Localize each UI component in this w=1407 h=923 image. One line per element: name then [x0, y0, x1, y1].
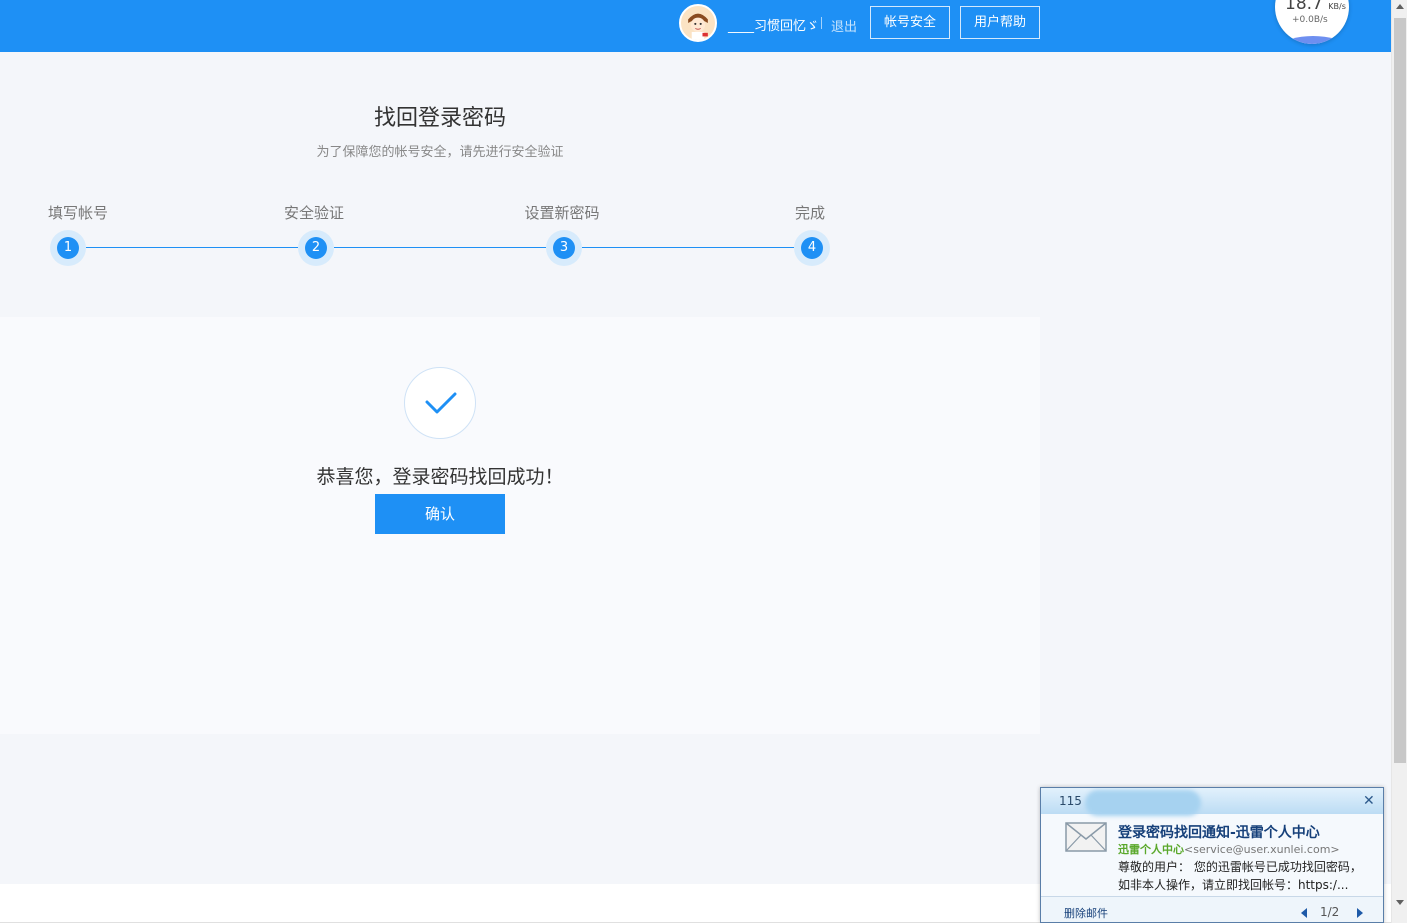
step-label-4: 完成 — [794, 204, 826, 222]
logout-link[interactable]: 退出 — [831, 16, 857, 35]
envelope-icon — [1065, 822, 1107, 852]
success-check-icon — [404, 367, 476, 439]
step-number-3: 3 — [553, 237, 575, 259]
redacted-account-mask — [1085, 790, 1201, 816]
step-indicator-2: 2 — [298, 230, 334, 266]
notification-footer: 删除邮件 1/2 — [1041, 896, 1383, 922]
username[interactable]: ____习惯回忆ゞ — [728, 15, 819, 34]
notification-page-indicator: 1/2 — [1320, 905, 1340, 919]
step-number-2: 2 — [305, 237, 327, 259]
close-icon[interactable]: ✕ — [1363, 793, 1375, 809]
download-speed: 18.7 KB/s — [1285, 0, 1346, 14]
step-number-4: 4 — [801, 237, 823, 259]
delete-mail-link[interactable]: 删除邮件 — [1064, 905, 1108, 921]
user-help-button[interactable]: 用户帮助 — [960, 6, 1040, 39]
page-subtitle: 为了保障您的帐号安全，请先进行安全验证 — [316, 145, 564, 160]
download-speed-unit: KB/s — [1328, 2, 1346, 11]
step-indicator-3: 3 — [546, 230, 582, 266]
next-icon[interactable] — [1357, 908, 1363, 918]
notification-body[interactable]: 尊敬的用户： 您的迅雷帐号已成功找回密码， 如非本人操作，请立即找回帐号：htt… — [1118, 858, 1378, 894]
header-divider — [821, 17, 822, 29]
confirm-button[interactable]: 确认 — [375, 494, 505, 534]
notification-sender: 迅雷个人中心<service@user.xunlei.com> — [1118, 841, 1340, 857]
notification-subject[interactable]: 登录密码找回通知-迅雷个人中心 — [1118, 822, 1320, 842]
scroll-thumb[interactable] — [1394, 18, 1406, 763]
step-connector — [334, 247, 546, 248]
step-indicator-1: 1 — [50, 230, 86, 266]
step-label-3: 设置新密码 — [524, 204, 600, 222]
upload-speed: +0.0B/s — [1292, 15, 1328, 25]
step-label-2: 安全验证 — [283, 204, 345, 222]
notification-body-line: 如非本人操作，请立即找回帐号：https:/... — [1118, 878, 1349, 892]
step-number-1: 1 — [57, 237, 79, 259]
check-icon — [425, 392, 457, 414]
download-speed-value: 18.7 — [1285, 0, 1323, 14]
step-connector — [582, 247, 794, 248]
notification-account: 115 — [1059, 794, 1082, 808]
success-message: 恭喜您，登录密码找回成功！ — [316, 466, 564, 488]
mail-notification-popup[interactable]: 115 ✕ 登录密码找回通知-迅雷个人中心 迅雷个人中心<service@use… — [1040, 787, 1384, 923]
page-title: 找回登录密码 — [373, 106, 506, 131]
step-connector — [86, 247, 298, 248]
prev-icon[interactable] — [1301, 908, 1307, 918]
notification-header: 115 ✕ — [1041, 788, 1383, 816]
top-header: ____习惯回忆ゞ 退出 帐号安全 用户帮助 — [0, 0, 1391, 52]
vertical-scrollbar[interactable] — [1391, 0, 1407, 923]
step-indicator-4: 4 — [794, 230, 830, 266]
result-panel — [0, 317, 1040, 734]
account-security-button[interactable]: 帐号安全 — [870, 6, 950, 39]
sender-email: <service@user.xunlei.com> — [1184, 843, 1340, 856]
user-avatar[interactable] — [679, 4, 717, 42]
cartoon-girl-icon — [681, 6, 715, 40]
scroll-down-icon[interactable] — [1396, 900, 1404, 905]
notification-body-line: 尊敬的用户： 您的迅雷帐号已成功找回密码， — [1118, 860, 1362, 874]
scroll-up-icon[interactable] — [1396, 4, 1404, 9]
step-label-1: 填写帐号 — [47, 204, 109, 222]
sender-name: 迅雷个人中心 — [1118, 843, 1184, 856]
